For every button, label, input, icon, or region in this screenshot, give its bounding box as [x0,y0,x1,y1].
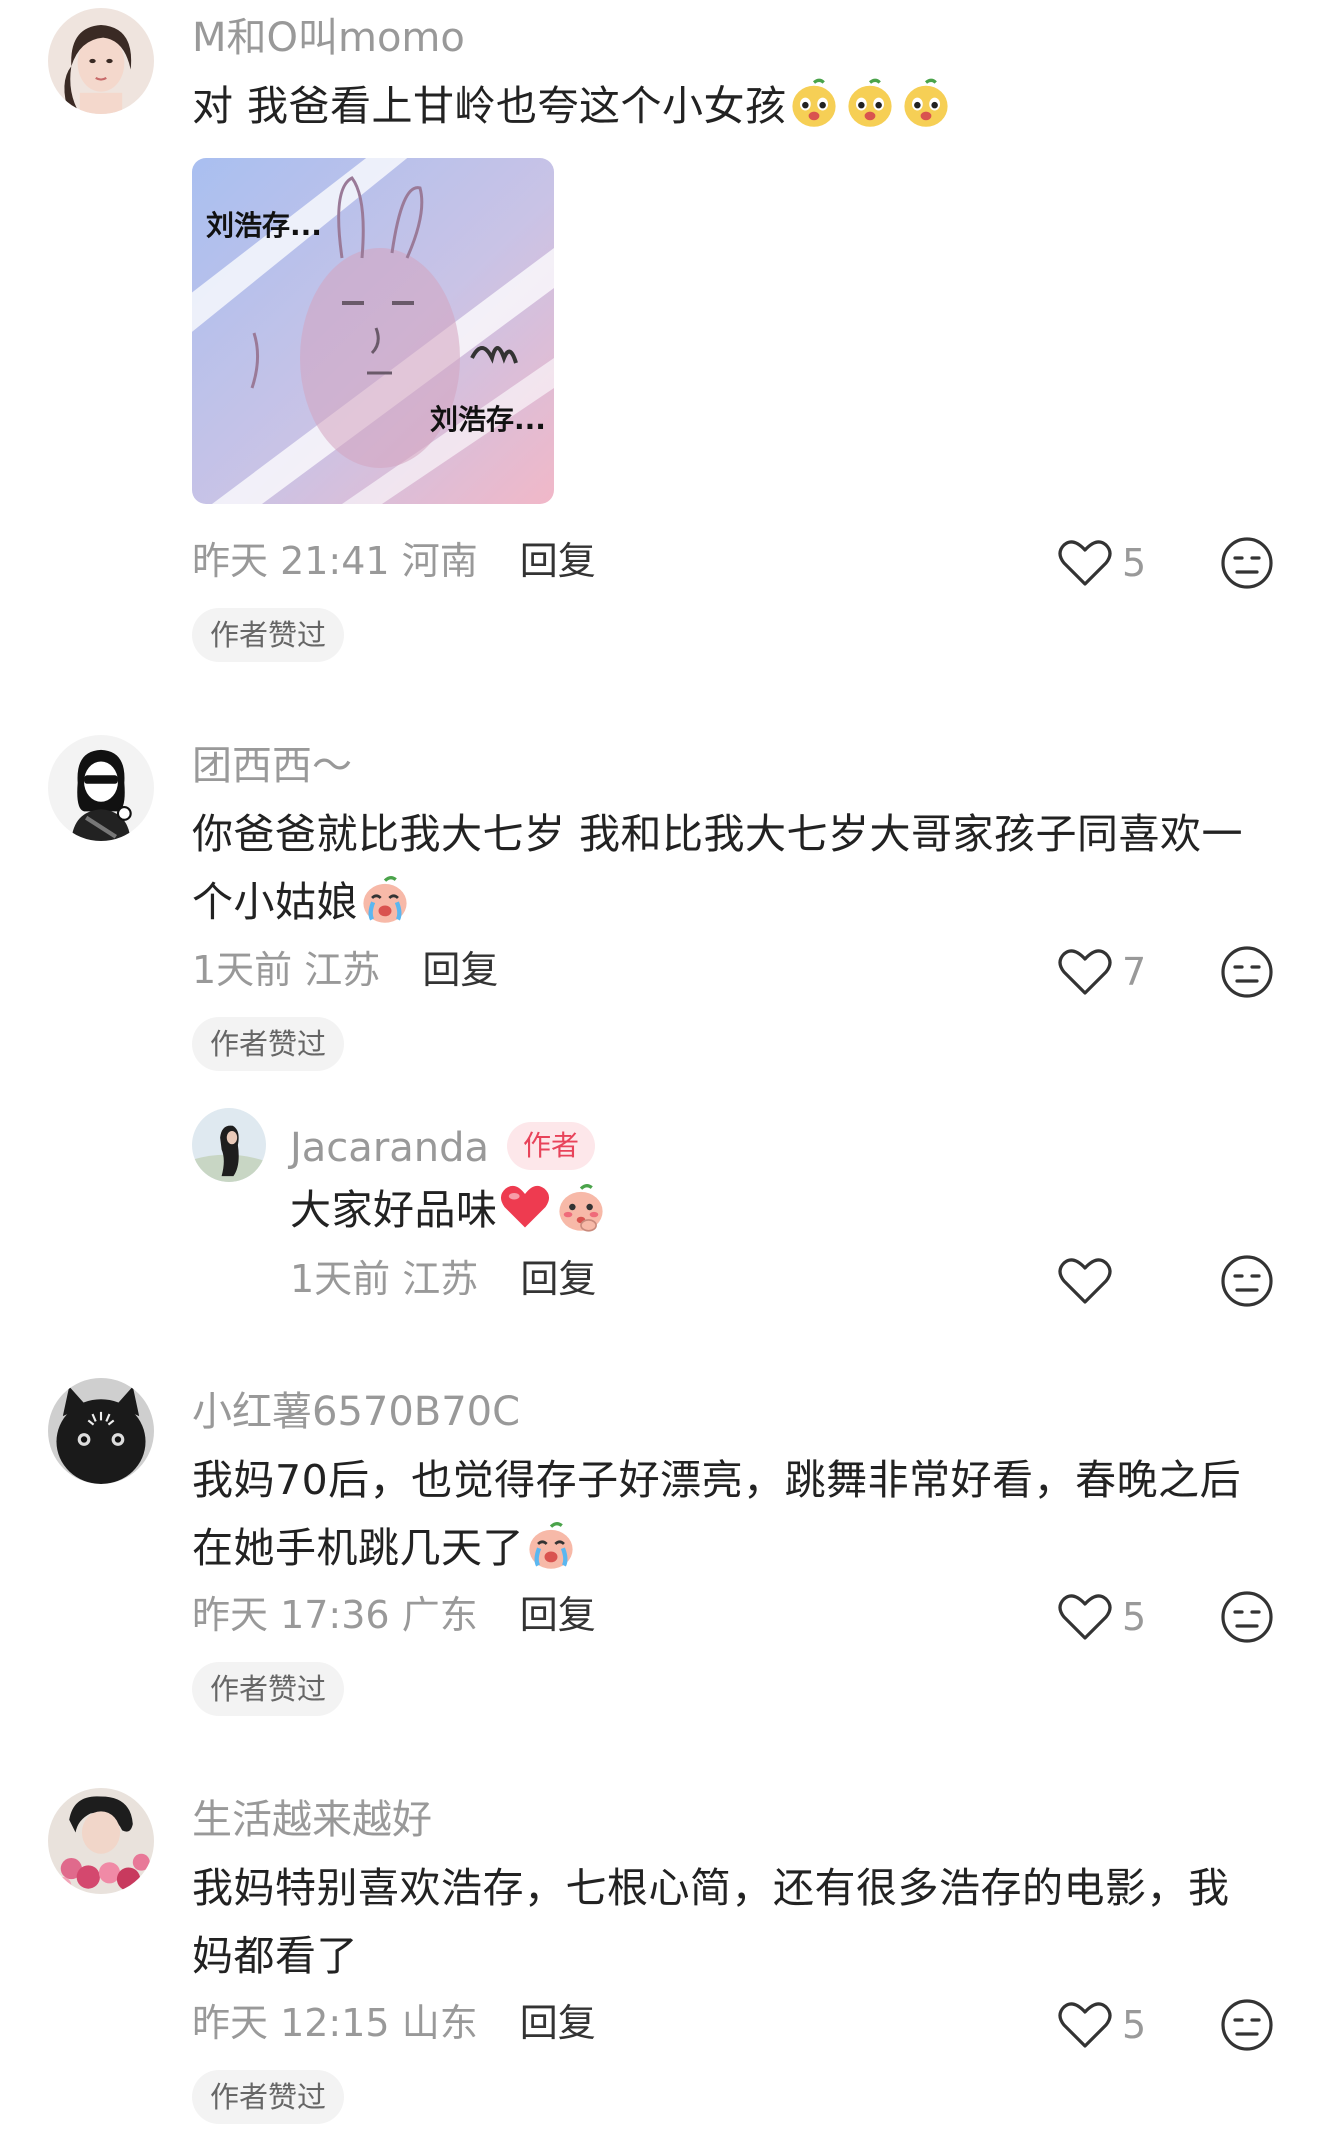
avatar[interactable] [48,1788,154,1894]
comment-meta: 1天前 江苏 回复 [290,1260,596,1298]
comment-meta: 昨天 21:41 河南 回复 [192,542,596,580]
neutral-face-icon [1221,946,1273,998]
username[interactable]: M和O叫momo [192,18,465,58]
pear-face-emoji [843,76,897,130]
comment-time: 昨天 12:15 [192,2001,390,2045]
avatar[interactable] [192,1108,266,1182]
comment-time: 1天前 [192,948,293,992]
dislike-button[interactable] [1220,945,1274,999]
like-count: 5 [1122,1595,1147,1639]
comment-text: 我妈特别喜欢浩存，七根心简，还有很多浩存的电影，我 妈都看了 [192,1854,1292,1990]
comment-text-line-wrap: 在她手机跳几天了 [192,1514,1292,1582]
like-button[interactable]: 7 [1058,944,1146,1000]
pear-face-emoji [787,76,841,130]
comment-meta: 昨天 12:15 山东 回复 [192,2004,596,2042]
comment-time: 昨天 17:36 [192,1593,390,1637]
comment-text-line: 我妈70后，也觉得存子好漂亮，跳舞非常好看，春晚之后 [192,1456,1242,1504]
heart-icon [1058,1258,1112,1304]
username[interactable]: 生活越来越好 [192,1800,432,1840]
like-button[interactable]: 5 [1058,1589,1146,1645]
avatar[interactable] [48,8,154,114]
comment-meta: 1天前 江苏 回复 [192,951,498,989]
reply-username[interactable]: Jacaranda [290,1125,489,1171]
neutral-face-icon [1221,537,1273,589]
red-heart-emoji [498,1180,552,1234]
comment-text-line: 你爸爸就比我大七岁 我和比我大七岁大哥家孩子同喜欢一 [192,810,1244,858]
reply-button[interactable]: 回复 [422,948,498,992]
neutral-face-icon [1221,1999,1273,2051]
heart-icon [1058,2002,1112,2048]
comment-location: 江苏 [402,1257,479,1301]
comment-location: 河南 [401,539,478,583]
like-button[interactable]: 5 [1058,1997,1146,2053]
dislike-button[interactable] [1220,1998,1274,2052]
heart-icon [1058,1594,1112,1640]
neutral-face-icon [1221,1255,1273,1307]
comment-text-line: 在她手机跳几天了 [192,1524,524,1572]
heart-icon [1058,540,1112,586]
avatar[interactable] [48,1378,154,1484]
like-button[interactable]: 5 [1058,535,1146,591]
dislike-button[interactable] [1220,536,1274,590]
username[interactable]: 团西西～ [192,746,352,786]
like-count: 5 [1122,541,1147,585]
author-tag: 作者 [507,1122,596,1170]
reply-button[interactable]: 回复 [520,1257,596,1301]
shy-peach-emoji [554,1180,608,1234]
comment-text-line: 妈都看了 [192,1932,358,1980]
sticker-caption: 刘浩存... [430,403,546,436]
author-liked-badge: 作者赞过 [192,608,345,662]
comment-text: 大家好品味 [290,1176,1290,1244]
sticker-caption: 刘浩存... [206,209,322,242]
username[interactable]: 小红薯6570B70C [192,1392,520,1432]
reply-button[interactable]: 回复 [520,539,596,583]
sticker-image[interactable]: 刘浩存... 刘浩存... [192,158,554,504]
like-count: 5 [1122,2003,1147,2047]
username: Jacaranda 作者 [290,1122,596,1171]
like-count: 7 [1122,950,1147,994]
comment-location: 山东 [401,2001,478,2045]
author-liked-badge: 作者赞过 [192,2070,345,2124]
comment-text: 你爸爸就比我大七岁 我和比我大七岁大哥家孩子同喜欢一 个小姑娘 [192,800,1292,936]
reply-button[interactable]: 回复 [520,1593,596,1637]
neutral-face-icon [1221,1591,1273,1643]
comment-text-line: 我妈特别喜欢浩存，七根心简，还有很多浩存的电影，我 [192,1864,1230,1912]
comment-location: 广东 [401,1593,478,1637]
dislike-button[interactable] [1220,1590,1274,1644]
author-liked-badge: 作者赞过 [192,1662,345,1716]
comment-location: 江苏 [304,948,381,992]
comment-time: 1天前 [290,1257,391,1301]
comment-text-line-wrap: 个小姑娘 [192,868,1292,936]
comment-text: 我妈70后，也觉得存子好漂亮，跳舞非常好看，春晚之后 在她手机跳几天了 [192,1446,1292,1582]
reply-button[interactable]: 回复 [520,2001,596,2045]
pear-face-emoji [899,76,953,130]
crying-peach-emoji [358,872,412,926]
comment-time: 昨天 21:41 [192,539,390,583]
comment-text-line: 对 我爸看上甘岭也夸这个小女孩 [192,82,787,130]
like-button[interactable] [1058,1253,1112,1309]
crying-peach-emoji [524,1518,578,1572]
comment-text-line: 个小姑娘 [192,878,358,926]
dislike-button[interactable] [1220,1254,1274,1308]
comment-meta: 昨天 17:36 广东 回复 [192,1596,596,1634]
author-liked-badge: 作者赞过 [192,1017,345,1071]
heart-icon [1058,949,1112,995]
avatar[interactable] [48,735,154,841]
comment-text-line: 大家好品味 [290,1186,498,1234]
comment-text: 对 我爸看上甘岭也夸这个小女孩 [192,72,1272,140]
